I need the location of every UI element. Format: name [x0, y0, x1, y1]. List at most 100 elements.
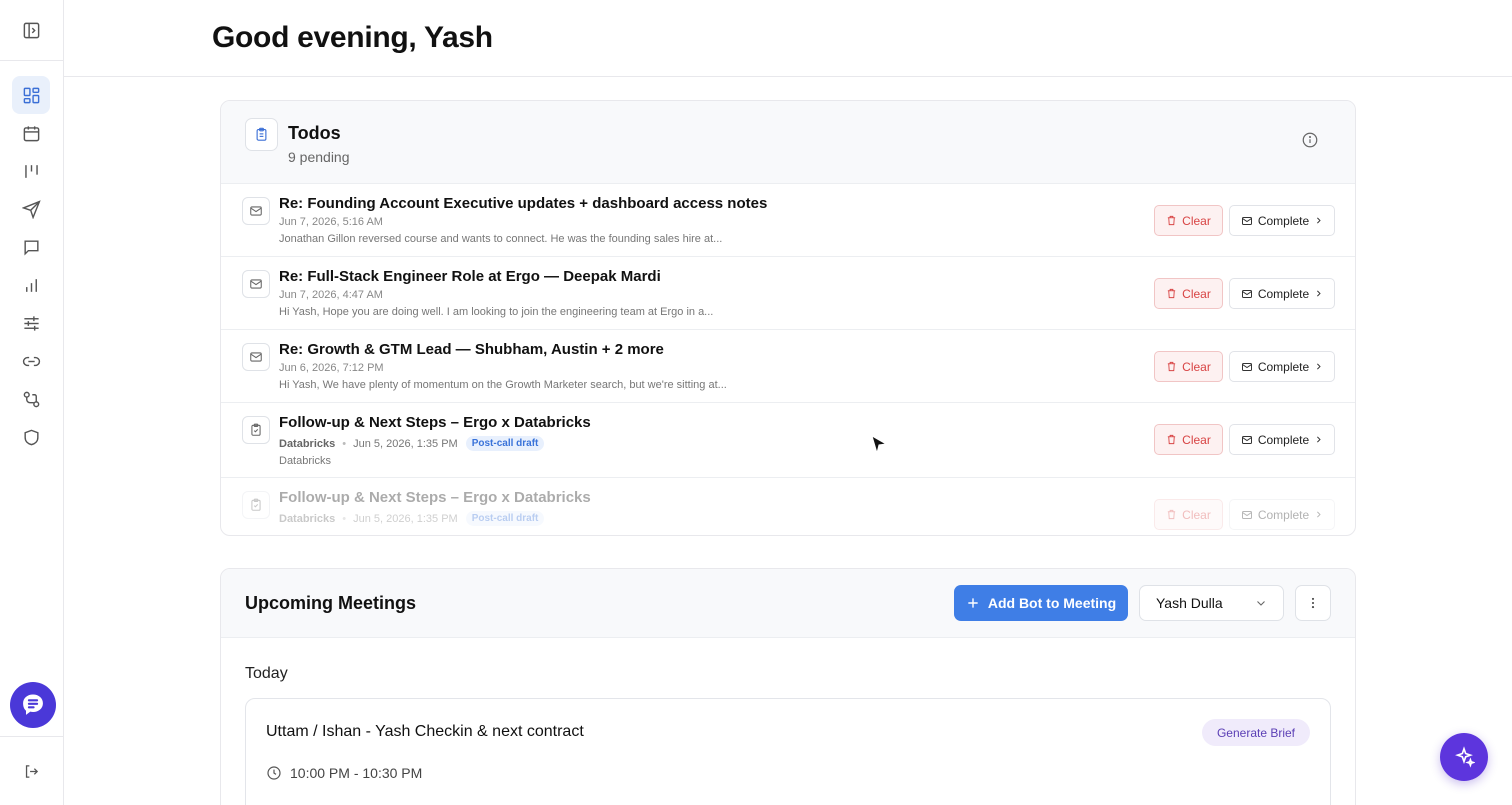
todo-row[interactable]: Follow-up & Next Steps – Ergo x Databric…	[221, 478, 1355, 535]
todos-header: Todos 9 pending	[221, 101, 1355, 184]
clear-button[interactable]: Clear	[1154, 424, 1223, 455]
trash-icon	[1167, 361, 1176, 372]
mail-icon	[1241, 289, 1252, 298]
sidebar-item-dashboard[interactable]	[12, 76, 50, 114]
complete-button[interactable]: Complete	[1229, 205, 1335, 236]
complete-button[interactable]: Complete	[1229, 351, 1335, 382]
clear-button[interactable]: Clear	[1154, 351, 1223, 382]
sidebar-nav	[12, 76, 52, 456]
logout-icon	[25, 764, 39, 778]
complete-button[interactable]: Complete	[1229, 499, 1335, 530]
link-icon	[22, 356, 40, 366]
sliders-icon	[23, 315, 39, 331]
dashboard-icon	[23, 87, 39, 103]
status-badge: Post-call draft	[465, 511, 545, 526]
todo-row[interactable]: Re: Full-Stack Engineer Role at Ergo — D…	[221, 257, 1355, 330]
chevron-right-icon	[1317, 363, 1321, 370]
mail-icon	[1241, 510, 1252, 519]
todo-title: Re: Full-Stack Engineer Role at Ergo — D…	[279, 268, 661, 285]
separator-dot: •	[342, 512, 347, 525]
clear-button[interactable]: Clear	[1154, 205, 1223, 236]
chevron-down-icon	[1257, 601, 1265, 606]
todo-row[interactable]: Re: Growth & GTM Lead — Shubham, Austin …	[221, 330, 1355, 403]
send-icon	[21, 199, 41, 219]
todo-snippet: Hi Yash, We have plenty of momentum on t…	[279, 379, 727, 391]
sidebar-item-links[interactable]	[12, 342, 50, 380]
todo-title: Re: Founding Account Executive updates +…	[279, 195, 768, 212]
sidebar-item-send[interactable]	[12, 190, 50, 228]
mail-icon	[1241, 216, 1252, 225]
todos-pending-count: 9 pending	[288, 149, 350, 165]
mail-reply-icon	[242, 270, 270, 298]
sidebar-toggle-button[interactable]	[0, 0, 63, 61]
clear-button[interactable]: Clear	[1154, 278, 1223, 309]
workflow-icon	[23, 391, 39, 407]
kanban-icon	[24, 164, 38, 178]
status-badge: Post-call draft	[465, 436, 545, 451]
todo-subtext: Databricks	[279, 455, 331, 467]
clock-icon	[267, 766, 281, 780]
todo-meta: Databricks • Jun 5, 2026, 1:35 PM Post-c…	[279, 511, 545, 526]
sidebar-item-kanban[interactable]	[12, 152, 50, 190]
sidebar-item-settings[interactable]	[12, 304, 50, 342]
sidebar	[0, 0, 64, 805]
todo-title: Re: Growth & GTM Lead — Shubham, Austin …	[279, 341, 664, 358]
chevron-right-icon	[1317, 436, 1321, 443]
complete-button[interactable]: Complete	[1229, 278, 1335, 309]
meetings-title: Upcoming Meetings	[245, 593, 417, 613]
chat-support-button[interactable]	[10, 682, 56, 728]
sidebar-item-analytics[interactable]	[12, 266, 50, 304]
calendar-icon	[23, 125, 39, 141]
chevron-right-icon	[1317, 290, 1321, 297]
todo-date: Jun 7, 2026, 5:16 AM	[279, 216, 383, 228]
trash-icon	[1167, 509, 1176, 520]
chat-icon	[23, 239, 39, 256]
sidebar-item-chat[interactable]	[12, 228, 50, 266]
chevron-right-icon	[1317, 511, 1321, 518]
sidebar-item-workflows[interactable]	[12, 380, 50, 418]
ai-assistant-button[interactable]	[1440, 733, 1488, 781]
meeting-name: Uttam / Ishan - Yash Checkin & next cont…	[266, 723, 584, 740]
kebab-menu-icon	[1311, 597, 1315, 609]
todo-date: Jun 6, 2026, 7:12 PM	[279, 362, 384, 374]
shield-icon	[23, 429, 39, 445]
chat-bubble-icon	[23, 694, 43, 715]
more-options-button[interactable]	[1295, 585, 1331, 621]
chevron-right-icon	[1317, 217, 1321, 224]
sidebar-item-calendar[interactable]	[12, 114, 50, 152]
todo-org: Databricks	[279, 512, 336, 525]
upcoming-meetings-card: Upcoming Meetings Add Bot to Meeting Yas…	[220, 568, 1356, 805]
todo-row[interactable]: Follow-up & Next Steps – Ergo x Databric…	[221, 403, 1355, 478]
mail-reply-icon	[242, 343, 270, 371]
analytics-icon	[25, 278, 37, 292]
trash-icon	[1167, 215, 1176, 226]
todo-date: Jun 5, 2026, 1:35 PM	[353, 437, 458, 450]
logout-button[interactable]	[0, 736, 63, 805]
mail-reply-icon	[242, 197, 270, 225]
trash-icon	[1167, 434, 1176, 445]
mail-icon	[1241, 435, 1252, 444]
todos-title: Todos	[288, 123, 341, 143]
sidebar-panel-icon	[23, 22, 40, 38]
todo-date: Jun 5, 2026, 1:35 PM	[353, 512, 458, 525]
mail-icon	[1241, 362, 1252, 371]
page-title: Good evening, Yash	[212, 21, 493, 54]
todo-title: Follow-up & Next Steps – Ergo x Databric…	[279, 414, 591, 431]
clear-button[interactable]: Clear	[1154, 499, 1223, 530]
sidebar-item-security[interactable]	[12, 418, 50, 456]
complete-button[interactable]: Complete	[1229, 424, 1335, 455]
mouse-cursor-icon	[871, 434, 888, 455]
add-bot-button[interactable]: Add Bot to Meeting	[954, 585, 1128, 621]
generate-brief-button[interactable]: Generate Brief	[1202, 719, 1310, 746]
meeting-item[interactable]: Uttam / Ishan - Yash Checkin & next cont…	[245, 698, 1331, 805]
todo-snippet: Hi Yash, Hope you are doing well. I am l…	[279, 306, 714, 318]
todo-row[interactable]: Re: Founding Account Executive updates +…	[221, 184, 1355, 257]
todo-snippet: Jonathan Gillon reversed course and want…	[279, 233, 723, 245]
info-icon[interactable]	[1301, 131, 1319, 149]
todo-date: Jun 7, 2026, 4:47 AM	[279, 289, 383, 301]
todo-meta: Databricks • Jun 5, 2026, 1:35 PM Post-c…	[279, 436, 545, 451]
clipboard-check-icon	[242, 491, 270, 519]
user-select[interactable]: Yash Dulla	[1139, 585, 1284, 621]
trash-icon	[1167, 288, 1176, 299]
today-label: Today	[245, 665, 288, 682]
